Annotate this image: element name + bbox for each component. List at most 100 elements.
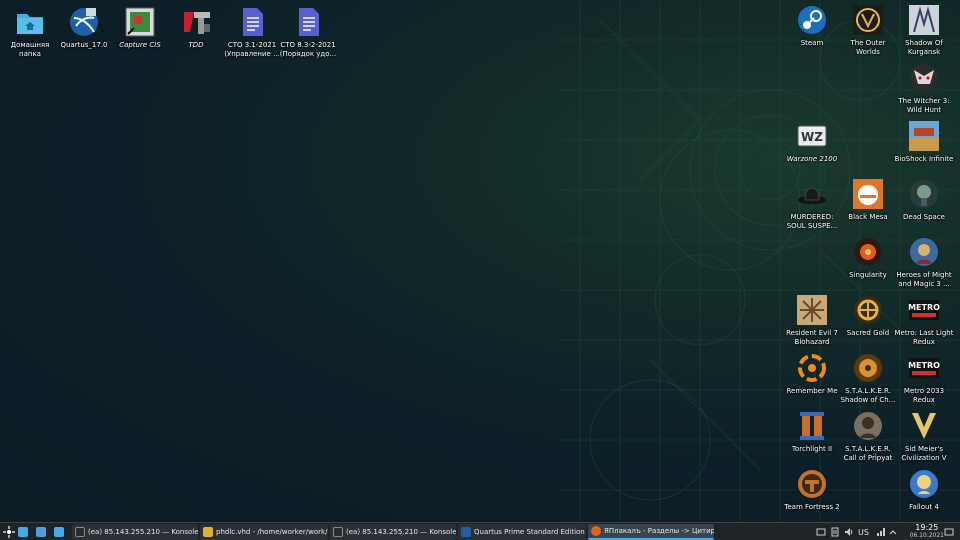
remember-me-icon — [798, 354, 826, 382]
task-firefox[interactable]: ЯПлакалъ - Разделы -> Цитируе... — [588, 524, 714, 540]
desktop-icon-document-1[interactable]: СТО 3.1-2021 (Управление ... — [222, 6, 282, 59]
steam-icon — [798, 6, 826, 34]
desktop-icon-label: S.T.A.L.K.E.R. Call of Pripyat — [843, 445, 893, 462]
desktop-icon-fallout[interactable]: Fallout 4 — [894, 468, 954, 512]
task-label: phdlc.vhd - /home/worker/work/... — [216, 528, 328, 536]
digital-clock[interactable]: 19:25 06.10.2021 — [910, 524, 944, 540]
desktop-icon-label: Metro: Last Light Redux — [894, 329, 954, 346]
metro-last-light-icon: METRO — [908, 300, 940, 320]
desktop-pager-icon — [18, 527, 28, 537]
desktop-icon-label: Fallout 4 — [909, 503, 939, 511]
desktop-icon-capture-cis[interactable]: Capture CIS — [110, 6, 170, 50]
desktop-icon-label: BioShock Infinite — [894, 155, 954, 163]
quicklaunch-files[interactable] — [54, 524, 66, 540]
desktop-icon-label: Capture CIS — [119, 41, 161, 49]
home-folder-icon — [17, 14, 43, 34]
metro-2033-icon: METRO — [908, 358, 940, 378]
tray-expand-icon[interactable] — [888, 527, 898, 537]
desktop-icon-stalker-soc[interactable]: S.T.A.L.K.E.R. Shadow of Ch... — [838, 352, 898, 405]
warzone-icon: WZ — [797, 125, 827, 147]
murdered-icon — [798, 187, 826, 204]
taskbar: (ea) 85.143.255.210 — Konsole phdlc.vhd … — [0, 522, 960, 540]
black-mesa-icon — [853, 179, 883, 209]
document-icon — [299, 8, 319, 36]
shadow-of-kurgansk-icon — [909, 5, 939, 35]
desktop-icon-quartus[interactable]: Quartus_17.0 — [54, 6, 114, 50]
stalker-soc-icon — [854, 354, 882, 382]
desktop-icon-bioshock[interactable]: BioShock Infinite — [894, 120, 954, 164]
desktop-icon-label: Torchlight II — [791, 445, 833, 453]
desktop-icon-label: The Witcher 3: Wild Hunt — [898, 97, 950, 114]
clock-date: 06.10.2021 — [909, 532, 944, 539]
svg-text:METRO: METRO — [908, 361, 940, 370]
dead-space-icon — [910, 180, 938, 208]
document-icon — [243, 8, 263, 36]
desktop-icon-label: S.T.A.L.K.E.R. Shadow of Ch... — [840, 387, 896, 404]
desktop-icon-singularity[interactable]: Singularity — [838, 236, 898, 280]
show-desktop-icon[interactable] — [944, 527, 954, 537]
desktop-icon-label: Resident Evil 7 Biohazard — [786, 329, 838, 346]
desktop-icon-witcher[interactable]: The Witcher 3: Wild Hunt — [894, 62, 954, 115]
quartus-icon — [70, 8, 98, 36]
task-quartus[interactable]: Quartus Prime Standard Edition - ... — [458, 524, 586, 540]
task-label: Quartus Prime Standard Edition - ... — [474, 528, 586, 536]
tray-keyboard-layout[interactable]: US — [858, 524, 872, 540]
task-label: ЯПлакалъ - Разделы -> Цитируе... — [604, 527, 714, 535]
desktop-icon-label: Heroes of Might and Magic 3 ... — [896, 271, 952, 288]
resident-evil-icon — [797, 295, 827, 325]
desktop-icon-label: Quartus_17.0 — [60, 41, 108, 49]
svg-text:WZ: WZ — [801, 130, 823, 144]
civilization-icon — [912, 413, 936, 439]
singularity-icon — [854, 238, 882, 266]
desktop-icon-dead-space[interactable]: Dead Space — [894, 178, 954, 222]
keyboard-layout-label: US — [858, 527, 869, 537]
desktop-icon-label: The Outer Worlds — [850, 39, 886, 56]
quicklaunch-dolphin[interactable] — [36, 524, 48, 540]
desktop-icon-heroes[interactable]: Heroes of Might and Magic 3 ... — [894, 236, 954, 289]
task-editor[interactable]: phdlc.vhd - /home/worker/work/... — [200, 524, 328, 540]
desktop-icon-metro-last-light[interactable]: METRO Metro: Last Light Redux — [894, 294, 954, 347]
konsole-icon — [333, 527, 343, 537]
desktop-icon-metro-2033[interactable]: METRO Metro 2033 Redux — [894, 352, 954, 405]
task-konsole-2[interactable]: (ea) 85.143.255.210 — Konsole <2> — [330, 524, 456, 540]
desktop-icon-label: Shadow Of Kurgansk — [905, 39, 943, 56]
desktop-icon-label: Домашняя папка — [10, 41, 50, 58]
tray-display-icon[interactable] — [816, 527, 826, 537]
desktop-icon-label: СТО 3.1-2021 (Управление ... — [224, 41, 280, 58]
desktop-icon-home[interactable]: Домашняя папка — [0, 6, 60, 59]
desktop-icon-tf2[interactable]: Team Fortress 2 — [782, 468, 842, 512]
desktop-icon-tdd[interactable]: TDD — [166, 6, 226, 50]
desktop-icon-stalker-cop[interactable]: S.T.A.L.K.E.R. Call of Pripyat — [838, 410, 898, 463]
desktop-icon-murdered[interactable]: MURDERED: SOUL SUSPE... — [782, 178, 842, 231]
stalker-cop-icon — [854, 412, 882, 440]
desktop-icon-civilization[interactable]: Sid Meier's Civilization V — [894, 410, 954, 463]
torchlight-icon — [800, 412, 824, 440]
desktop-icon-remember-me[interactable]: Remember Me — [782, 352, 842, 396]
tdd-icon — [184, 12, 210, 34]
desktop-icon-label: СТО 8.3-2-2021 (Порядок удо... — [279, 41, 337, 58]
tray-network-icon[interactable] — [876, 527, 886, 537]
desktop-icon-outer-worlds[interactable]: The Outer Worlds — [838, 4, 898, 57]
desktop-icon-torchlight[interactable]: Torchlight II — [782, 410, 842, 454]
bioshock-icon — [909, 121, 939, 151]
task-label: (ea) 85.143.255.210 — Konsole <2> — [346, 528, 456, 536]
tf2-icon — [798, 470, 826, 498]
application-launcher-button[interactable] — [2, 524, 16, 540]
clock-time: 19:25 — [915, 523, 939, 532]
desktop-icon-label: Black Mesa — [848, 213, 888, 221]
task-konsole-1[interactable]: (ea) 85.143.255.210 — Konsole — [72, 524, 198, 540]
pager-button[interactable] — [18, 524, 30, 540]
desktop-icon-sacred[interactable]: Sacred Gold — [838, 294, 898, 338]
desktop-icon-steam[interactable]: Steam — [782, 4, 842, 48]
dolphin-icon — [36, 527, 46, 537]
tray-clipboard-icon[interactable] — [830, 527, 840, 537]
outer-worlds-icon — [853, 5, 883, 35]
desktop-icon-document-2[interactable]: СТО 8.3-2-2021 (Порядок удо... — [278, 6, 338, 59]
quartus-icon — [461, 527, 471, 537]
tray-volume-icon[interactable] — [844, 527, 854, 537]
desktop-icon-resident-evil[interactable]: Resident Evil 7 Biohazard — [782, 294, 842, 347]
desktop-icon-black-mesa[interactable]: Black Mesa — [838, 178, 898, 222]
desktop-icon-shadow-of-kurgansk[interactable]: Shadow Of Kurgansk — [894, 4, 954, 57]
desktop-icon-warzone[interactable]: WZ Warzone 2100 — [782, 120, 842, 164]
sacred-icon — [854, 296, 882, 324]
